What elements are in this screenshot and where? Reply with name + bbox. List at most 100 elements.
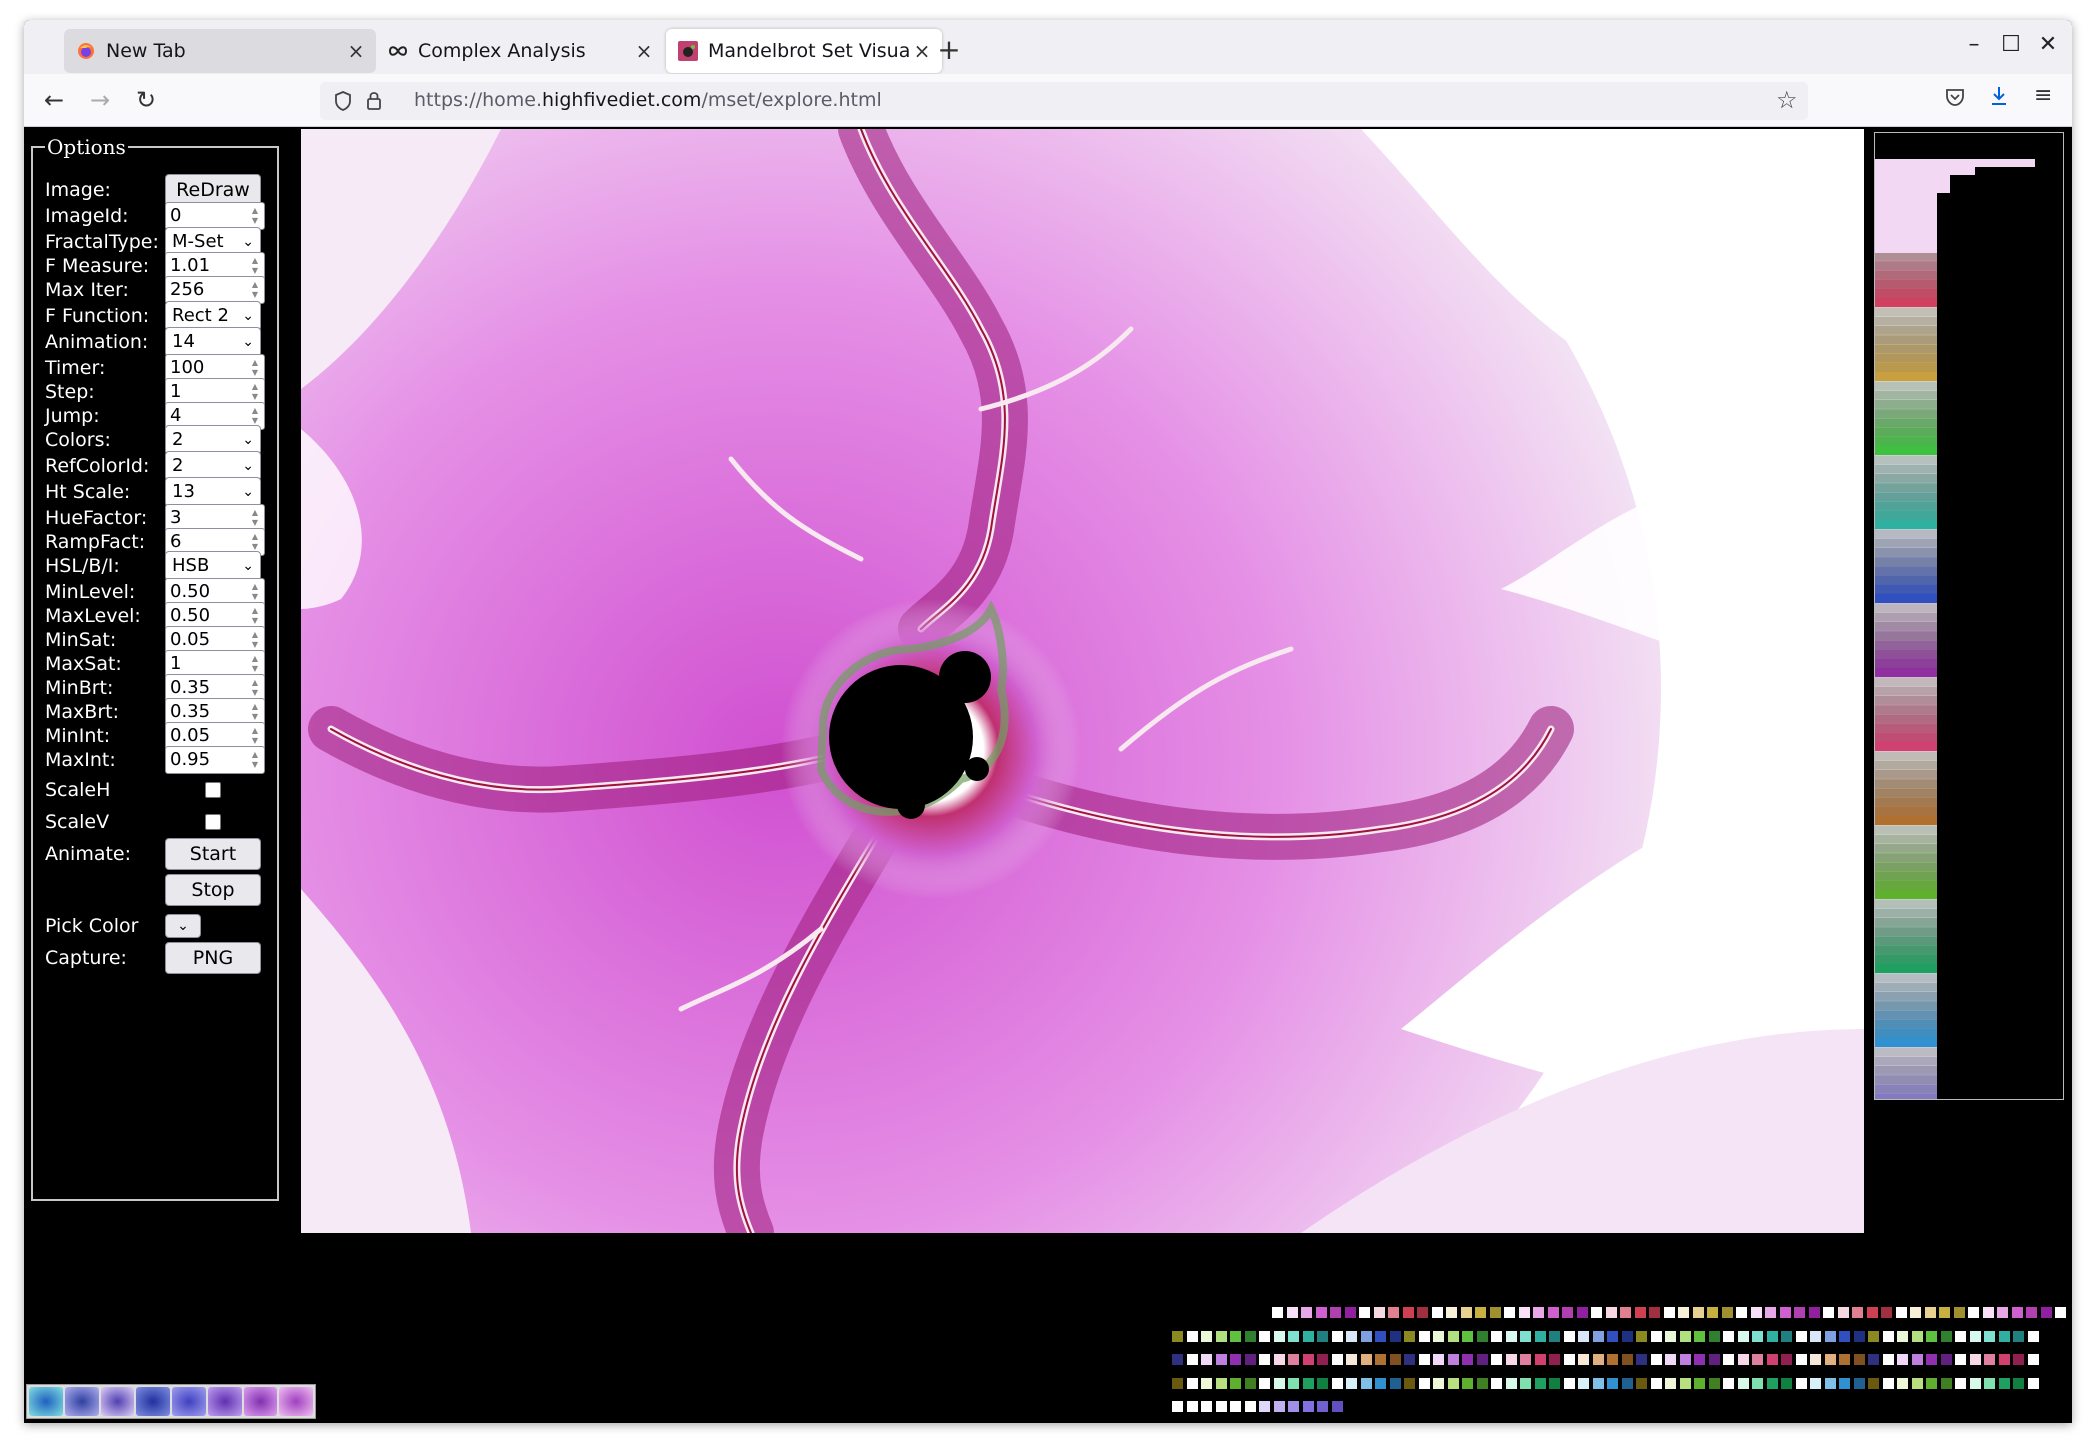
- palette-swatch[interactable]: [1563, 1354, 1575, 1365]
- palette-swatch[interactable]: [1982, 1307, 1994, 1318]
- palette-swatch[interactable]: [1679, 1354, 1691, 1365]
- palette-swatch[interactable]: [1955, 1354, 1966, 1365]
- palette-swatch[interactable]: [1533, 1307, 1544, 1318]
- palette-swatch[interactable]: [1766, 1330, 1778, 1342]
- palette-swatch[interactable]: [1984, 1330, 1995, 1342]
- palette-swatch[interactable]: [1998, 1330, 2010, 1342]
- spinner-icon[interactable]: ▲ ▼: [249, 256, 261, 276]
- palette-swatch[interactable]: [1172, 1330, 1183, 1342]
- palette-swatch[interactable]: [1665, 1330, 1676, 1342]
- palette-swatch[interactable]: [1737, 1377, 1749, 1389]
- palette-swatch[interactable]: [1882, 1354, 1894, 1365]
- palette-swatch[interactable]: [1402, 1307, 1414, 1318]
- palette-swatch[interactable]: [1331, 1377, 1343, 1389]
- palette-swatch[interactable]: [1317, 1354, 1328, 1365]
- palette-swatch[interactable]: [1201, 1377, 1212, 1389]
- palette-swatch[interactable]: [1723, 1354, 1734, 1365]
- scaleh-checkbox[interactable]: [205, 782, 221, 798]
- palette-swatch[interactable]: [1534, 1354, 1546, 1365]
- menu-icon[interactable]: ≡: [2034, 83, 2052, 108]
- palette-swatch[interactable]: [1447, 1330, 1459, 1342]
- palette-swatch[interactable]: [2027, 1377, 2039, 1389]
- palette-swatch[interactable]: [1607, 1354, 1618, 1365]
- palette-swatch[interactable]: [1810, 1354, 1821, 1365]
- palette-swatch[interactable]: [1447, 1354, 1459, 1365]
- palette-swatch[interactable]: [1911, 1330, 1923, 1342]
- number-input[interactable]: 0 ▲ ▼: [165, 202, 265, 230]
- palette-swatch[interactable]: [1650, 1377, 1662, 1389]
- palette-swatch[interactable]: [1765, 1307, 1776, 1318]
- spinner-icon[interactable]: ▲ ▼: [249, 654, 261, 674]
- palette-swatch[interactable]: [1708, 1354, 1720, 1365]
- palette-swatch[interactable]: [1897, 1377, 1908, 1389]
- palette-swatch[interactable]: [1404, 1354, 1415, 1365]
- palette-swatch[interactable]: [1273, 1354, 1285, 1365]
- spinner-icon[interactable]: ▲ ▼: [249, 630, 261, 650]
- palette-swatch[interactable]: [1230, 1377, 1241, 1389]
- palette-swatch[interactable]: [1462, 1330, 1473, 1342]
- palette-swatch[interactable]: [1288, 1401, 1299, 1412]
- palette-swatch[interactable]: [1694, 1354, 1705, 1365]
- palette-swatch[interactable]: [1259, 1401, 1270, 1412]
- palette-swatch[interactable]: [1491, 1330, 1502, 1342]
- palette-swatch[interactable]: [1665, 1354, 1676, 1365]
- palette-swatch[interactable]: [1578, 1354, 1589, 1365]
- start-button[interactable]: Start: [165, 838, 261, 870]
- palette-swatch[interactable]: [1926, 1330, 1937, 1342]
- palette-swatch[interactable]: [1868, 1354, 1879, 1365]
- palette-swatch[interactable]: [1373, 1307, 1385, 1318]
- palette-swatch[interactable]: [1839, 1354, 1850, 1365]
- palette-swatch[interactable]: [1650, 1354, 1662, 1365]
- thumbnail[interactable]: [207, 1387, 242, 1416]
- palette-swatch[interactable]: [1215, 1377, 1227, 1389]
- palette-swatch[interactable]: [1549, 1377, 1560, 1389]
- pick-color-dropdown[interactable]: ⌄: [165, 914, 201, 938]
- palette-swatch[interactable]: [2013, 1354, 2024, 1365]
- palette-swatch[interactable]: [1969, 1377, 1981, 1389]
- minimize-icon[interactable]: –: [1959, 32, 1989, 57]
- palette-swatch[interactable]: [1781, 1354, 1792, 1365]
- palette-swatch[interactable]: [1389, 1330, 1401, 1342]
- palette-swatch[interactable]: [1475, 1307, 1486, 1318]
- palette-swatch[interactable]: [1360, 1354, 1372, 1365]
- palette-swatch[interactable]: [1634, 1307, 1646, 1318]
- palette-swatch[interactable]: [1795, 1354, 1807, 1365]
- palette-swatch[interactable]: [1244, 1377, 1256, 1389]
- palette-swatch[interactable]: [1505, 1377, 1517, 1389]
- palette-swatch[interactable]: [1288, 1330, 1299, 1342]
- palette-swatch[interactable]: [1752, 1330, 1763, 1342]
- palette-swatch[interactable]: [1897, 1330, 1908, 1342]
- palette-swatch[interactable]: [1549, 1354, 1560, 1365]
- spinner-icon[interactable]: ▲ ▼: [249, 606, 261, 626]
- palette-swatch[interactable]: [1679, 1330, 1691, 1342]
- palette-swatch[interactable]: [1955, 1330, 1966, 1342]
- spinner-icon[interactable]: ▲ ▼: [249, 382, 261, 402]
- palette-swatch[interactable]: [1636, 1354, 1647, 1365]
- palette-swatch[interactable]: [1359, 1307, 1370, 1318]
- palette-swatch[interactable]: [1591, 1307, 1602, 1318]
- palette-swatch[interactable]: [1273, 1330, 1285, 1342]
- palette-swatch[interactable]: [1346, 1330, 1357, 1342]
- palette-swatch[interactable]: [1750, 1307, 1762, 1318]
- number-input[interactable]: 0.95 ▲ ▼: [165, 746, 265, 774]
- palette-swatch[interactable]: [1998, 1377, 2010, 1389]
- palette-swatch[interactable]: [1737, 1354, 1749, 1365]
- palette-swatch[interactable]: [1447, 1377, 1459, 1389]
- tab-new-tab[interactable]: New Tab ×: [64, 29, 376, 73]
- fractal-canvas[interactable]: [301, 129, 1864, 1233]
- palette-swatch[interactable]: [1505, 1330, 1517, 1342]
- palette-swatch[interactable]: [1694, 1330, 1705, 1342]
- palette-swatch[interactable]: [1810, 1377, 1821, 1389]
- palette-swatch[interactable]: [1302, 1401, 1314, 1412]
- pocket-icon[interactable]: [1944, 86, 1966, 112]
- palette-swatch[interactable]: [1984, 1377, 1995, 1389]
- palette-swatch[interactable]: [1752, 1354, 1763, 1365]
- palette-swatch[interactable]: [1317, 1401, 1328, 1412]
- palette-swatch[interactable]: [1431, 1307, 1443, 1318]
- palette-swatch[interactable]: [1317, 1330, 1328, 1342]
- palette-swatch[interactable]: [1288, 1354, 1299, 1365]
- palette-swatch[interactable]: [1839, 1377, 1850, 1389]
- palette-swatch[interactable]: [1476, 1330, 1488, 1342]
- palette-swatch[interactable]: [1476, 1354, 1488, 1365]
- palette-swatch[interactable]: [1491, 1354, 1502, 1365]
